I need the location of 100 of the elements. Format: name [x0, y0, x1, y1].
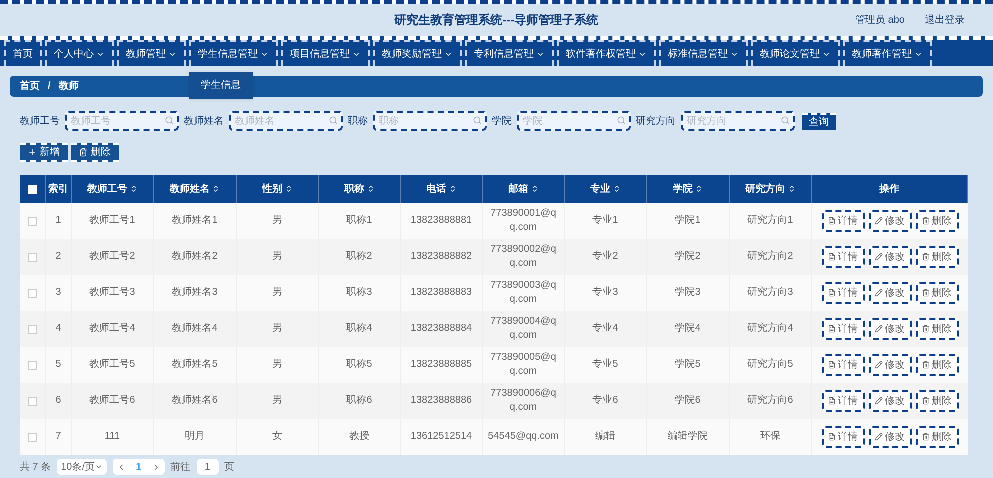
row-checkbox[interactable]: [28, 432, 37, 442]
table-cell: 研究方向1: [748, 214, 794, 228]
table-cell: 13823888881: [410, 214, 472, 228]
document-icon: [828, 397, 836, 405]
logout-link[interactable]: 退出登录: [925, 12, 965, 28]
page-size-select[interactable]: 10条/页: [57, 459, 108, 475]
delete-button[interactable]: 删除: [916, 354, 958, 376]
table-cell: 男: [272, 286, 282, 300]
edit-button[interactable]: 修改: [868, 282, 912, 304]
table-cell: 13823888882: [410, 250, 472, 264]
row-checkbox[interactable]: [28, 252, 37, 262]
edit-button[interactable]: 修改: [868, 426, 912, 448]
detail-button[interactable]: 详情: [822, 318, 864, 340]
nav-item[interactable]: 首页: [4, 40, 42, 66]
delete-button[interactable]: 删除: [916, 390, 958, 412]
nav-item[interactable]: 教师论文管理: [751, 40, 840, 66]
detail-button[interactable]: 详情: [822, 246, 864, 268]
row-checkbox[interactable]: [28, 288, 37, 298]
table-cell: 专业2: [592, 250, 618, 264]
trash-icon: [922, 217, 930, 225]
goto-page-field[interactable]: 1: [196, 459, 219, 475]
delete-button[interactable]: 删除: [916, 246, 958, 268]
search-button[interactable]: 查询: [802, 112, 836, 130]
chevron-down-icon: [95, 463, 104, 471]
table-cell: 专业6: [592, 394, 618, 408]
add-button[interactable]: 新增: [20, 143, 68, 162]
table-cell: 教师姓名1: [172, 214, 218, 228]
table-cell: 男: [272, 322, 282, 336]
table-cell-text: 773890004@qq.com: [490, 315, 558, 343]
search-icon: [165, 116, 174, 125]
goto-label: 前往: [170, 460, 191, 474]
table-cell-text: 773890002@qq.com: [490, 243, 558, 271]
nav-item[interactable]: 学生信息管理: [189, 40, 278, 66]
document-icon: [828, 289, 836, 297]
table-cell: 男: [272, 214, 282, 228]
nav-item[interactable]: 教师著作管理: [843, 40, 932, 66]
search-field[interactable]: 学院: [517, 111, 631, 131]
table-cell: 职称6: [346, 394, 372, 408]
select-all-checkbox[interactable]: [28, 184, 37, 194]
search-field[interactable]: 研究方向: [681, 111, 795, 131]
filter-label: 职称: [348, 114, 368, 128]
table-cell: 教师姓名4: [172, 322, 218, 336]
delete-button[interactable]: 删除: [71, 143, 119, 162]
nav-item[interactable]: 专利信息管理: [465, 40, 554, 66]
delete-button[interactable]: 删除: [916, 282, 958, 304]
breadcrumb-item[interactable]: 首页: [20, 79, 40, 94]
nav-item[interactable]: 项目信息管理: [281, 40, 370, 66]
search-icon: [473, 116, 482, 125]
edit-button[interactable]: 修改: [868, 210, 912, 232]
document-icon: [828, 253, 836, 261]
table-cell: 男: [272, 358, 282, 372]
row-checkbox[interactable]: [28, 324, 37, 334]
edit-button[interactable]: 修改: [868, 246, 912, 268]
row-checkbox[interactable]: [28, 396, 37, 406]
table-cell: 职称5: [346, 358, 372, 372]
edit-button[interactable]: 修改: [868, 354, 912, 376]
table-cell: 学院1: [675, 214, 701, 228]
table-cell: 职称1: [346, 214, 372, 228]
plus-icon: [28, 148, 37, 157]
edit-button[interactable]: 修改: [868, 390, 912, 412]
table-cell: 教师工号3: [90, 286, 136, 300]
edit-button[interactable]: 修改: [868, 318, 912, 340]
table-cell: 研究方向3: [748, 286, 794, 300]
delete-button[interactable]: 删除: [916, 210, 958, 232]
search-field[interactable]: 教师工号: [65, 111, 179, 131]
table-cell: 1: [56, 214, 62, 228]
nav-item[interactable]: 标准信息管理: [659, 40, 748, 66]
detail-button[interactable]: 详情: [822, 282, 864, 304]
table-cell-text: 773890005@qq.com: [490, 351, 558, 379]
nav-item[interactable]: 软件著作权管理: [557, 40, 656, 66]
table-cell: 教师姓名5: [172, 358, 218, 372]
trash-icon: [922, 433, 930, 441]
delete-button[interactable]: 删除: [916, 318, 958, 340]
trash-icon: [922, 397, 930, 405]
detail-button[interactable]: 详情: [822, 390, 864, 412]
table-cell: 明月: [185, 430, 205, 444]
pencil-icon: [875, 289, 883, 297]
menu-item[interactable]: 学生信息: [189, 76, 253, 95]
table-cell: 教师工号4: [90, 322, 136, 336]
row-checkbox[interactable]: [28, 216, 37, 226]
detail-button[interactable]: 详情: [822, 210, 864, 232]
nav-item[interactable]: 个人中心: [45, 40, 114, 66]
nav-item[interactable]: 教师奖励管理: [373, 40, 462, 66]
table-cell: 5: [56, 358, 62, 372]
delete-button[interactable]: 删除: [916, 426, 958, 448]
table-cell: 教师姓名3: [172, 286, 218, 300]
search-field[interactable]: 教师姓名: [229, 111, 343, 131]
document-icon: [828, 217, 836, 225]
total-count: 共 7 条: [20, 460, 52, 474]
pencil-icon: [875, 253, 883, 261]
breadcrumb-item[interactable]: 教师: [58, 79, 79, 94]
row-checkbox[interactable]: [28, 360, 37, 370]
table-cell: 7: [56, 430, 62, 444]
detail-button[interactable]: 详情: [822, 426, 864, 448]
trash-icon: [922, 253, 930, 261]
table-cell-text: 773890001@qq.com: [490, 207, 558, 235]
nav-item[interactable]: 教师管理: [117, 40, 186, 66]
search-field[interactable]: 职称: [373, 111, 487, 131]
table-cell: 111: [104, 430, 120, 444]
detail-button[interactable]: 详情: [822, 354, 864, 376]
